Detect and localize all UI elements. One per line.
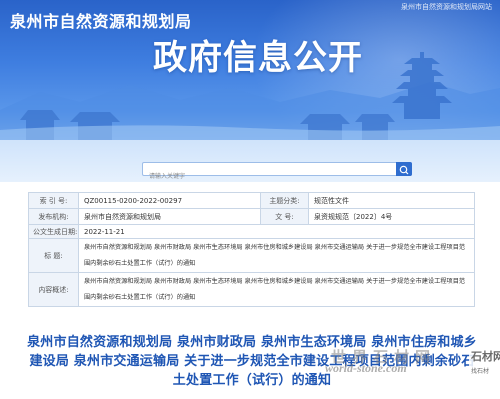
- header-banner: 泉州市自然资源和规划局 泉州市自然资源和规划局网站 政府信息公开: [0, 0, 500, 140]
- title-value: 泉州市自然资源和规划局 泉州市财政局 泉州市生态环境局 泉州市住房和城乡建设局 …: [78, 238, 475, 273]
- title-label: 标 题:: [28, 238, 79, 273]
- table-row: 公文生成日期: 2022-11-21: [28, 224, 475, 239]
- search-icon: [399, 165, 409, 175]
- index-number-label: 索 引 号:: [28, 192, 79, 209]
- table-row: 索 引 号: QZ00115-0200-2022-00297 主题分类: 规范性…: [28, 192, 475, 209]
- generation-date-value: 2022-11-21: [78, 224, 475, 239]
- search-input[interactable]: [143, 170, 411, 183]
- table-row: 内容概述: 泉州市自然资源和规划局 泉州市财政局 泉州市生态环境局 泉州市住房和…: [28, 272, 475, 307]
- topic-category-value: 规范性文件: [308, 192, 475, 209]
- search-button[interactable]: [396, 162, 412, 176]
- top-right-text: 泉州市自然资源和规划局网站: [401, 3, 492, 11]
- search-strip: [0, 140, 500, 183]
- publisher-label: 发布机构:: [28, 208, 79, 225]
- banner-title: 政府信息公开: [153, 38, 363, 78]
- table-row: 标 题: 泉州市自然资源和规划局 泉州市财政局 泉州市生态环境局 泉州市住房和城…: [28, 238, 475, 273]
- index-number-value: QZ00115-0200-2022-00297: [78, 192, 261, 209]
- document-title: 泉州市自然资源和规划局 泉州市财政局 泉州市生态环境局 泉州市住房和城乡建设局 …: [27, 335, 477, 388]
- table-row: 发布机构: 泉州市自然资源和规划局 文 号: 泉资规规范〔2022〕4号: [28, 208, 475, 225]
- summary-value: 泉州市自然资源和规划局 泉州市财政局 泉州市生态环境局 泉州市住房和城乡建设局 …: [78, 272, 475, 307]
- document-info-table: 索 引 号: QZ00115-0200-2022-00297 主题分类: 规范性…: [28, 192, 475, 307]
- publisher-value: 泉州市自然资源和规划局: [78, 208, 261, 225]
- document-number-value: 泉资规规范〔2022〕4号: [308, 208, 475, 225]
- generation-date-label: 公文生成日期:: [28, 224, 79, 239]
- site-name[interactable]: 泉州市自然资源和规划局: [10, 8, 192, 32]
- document-number-label: 文 号:: [260, 208, 309, 225]
- summary-label: 内容概述:: [28, 272, 79, 307]
- search-box: [142, 162, 412, 183]
- topic-category-label: 主题分类:: [260, 192, 309, 209]
